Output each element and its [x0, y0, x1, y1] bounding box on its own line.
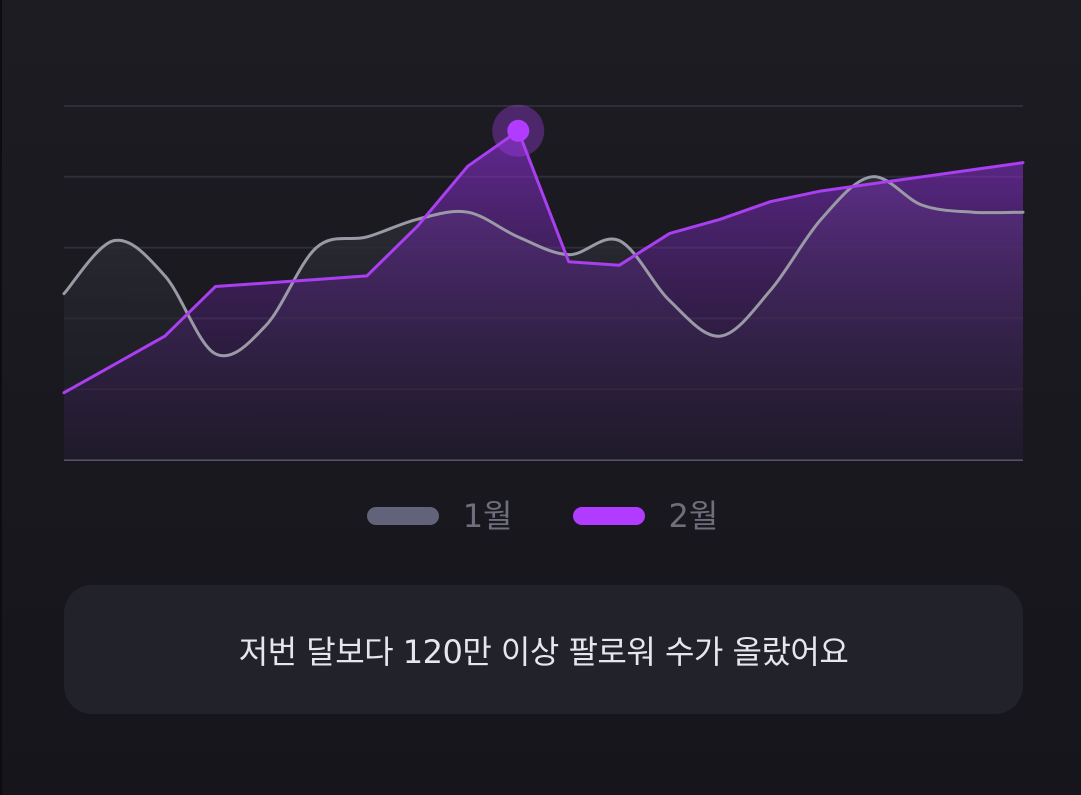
legend-label-february: 2월 [668, 497, 719, 535]
legend-swatch-january [366, 507, 439, 525]
summary-message-text: 저번 달보다 120만 이상 팔로워 수가 올랐어요 [238, 632, 849, 671]
legend-swatch-february [572, 507, 645, 525]
line-chart [62, 104, 1025, 461]
highlight-markers [492, 104, 545, 157]
summary-message-card: 저번 달보다 120만 이상 팔로워 수가 올랐어요 [64, 585, 1023, 714]
highlight-point [507, 119, 530, 142]
chart-legend: 1월 2월 [2, 500, 1081, 532]
chart-card: 1월 2월 저번 달보다 120만 이상 팔로워 수가 올랐어요 [0, 0, 1081, 795]
legend-item-january: 1월 [366, 497, 513, 535]
legend-label-january: 1월 [462, 497, 513, 535]
legend-item-february: 2월 [572, 497, 719, 535]
